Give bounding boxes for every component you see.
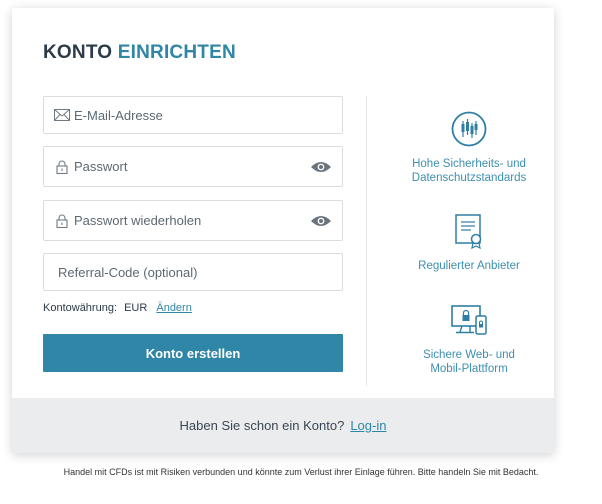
envelope-icon	[54, 107, 70, 123]
feature-text-line-1: Regulierter Anbieter	[418, 260, 520, 272]
create-account-button[interactable]: Konto erstellen	[43, 334, 343, 372]
email-field[interactable]	[43, 96, 343, 134]
login-footer: Haben Sie schon ein Konto? Log-in	[12, 398, 554, 453]
title-part-2: EINRICHTEN	[117, 42, 236, 63]
feature-platform: Sichere Web- und Mobil-Plattform	[384, 304, 554, 376]
feature-text-line-2: Datenschutzstandards	[411, 172, 527, 184]
page-title: KONTO EINRICHTEN	[43, 42, 236, 64]
lock-icon	[54, 213, 70, 229]
password-input[interactable]	[74, 159, 294, 174]
login-prompt: Haben Sie schon ein Konto?	[179, 418, 345, 433]
page: KONTO EINRICHTEN E-Mail-Adresse Referral…	[0, 0, 602, 504]
risk-disclaimer: Handel mit CFDs ist mit Risiken verbunde…	[63, 467, 539, 477]
feature-security: Hohe Sicherheits- und Datenschutzstandar…	[384, 111, 554, 185]
email-input[interactable]	[74, 107, 294, 123]
change-currency-link[interactable]: Ändern	[156, 302, 191, 314]
vertical-divider	[366, 96, 367, 386]
candlestick-chart-icon	[384, 111, 554, 151]
feature-regulated: Regulierter Anbieter	[384, 213, 554, 273]
password-repeat-input[interactable]	[74, 213, 294, 228]
password-field[interactable]	[43, 146, 343, 187]
feature-text-line-1: Hohe Sicherheits- und	[412, 158, 526, 170]
referral-field[interactable]	[43, 253, 343, 291]
referral-input[interactable]	[58, 264, 318, 280]
certificate-icon	[384, 213, 554, 253]
eye-icon[interactable]	[310, 160, 332, 174]
login-link[interactable]: Log-in	[350, 418, 386, 433]
password-repeat-field[interactable]	[43, 200, 343, 241]
feature-text-line-2: Mobil-Plattform	[430, 363, 508, 375]
feature-text-line-1: Sichere Web- und	[423, 349, 515, 361]
devices-lock-icon	[384, 304, 554, 342]
eye-icon[interactable]	[310, 214, 332, 228]
title-part-1: KONTO	[43, 42, 113, 63]
signup-card: KONTO EINRICHTEN E-Mail-Adresse Referral…	[12, 8, 554, 453]
currency-row: Kontowährung: EUR Ändern	[43, 302, 192, 314]
currency-value: EUR	[124, 302, 148, 314]
lock-icon	[54, 159, 70, 175]
currency-label: Kontowährung:	[43, 302, 117, 314]
